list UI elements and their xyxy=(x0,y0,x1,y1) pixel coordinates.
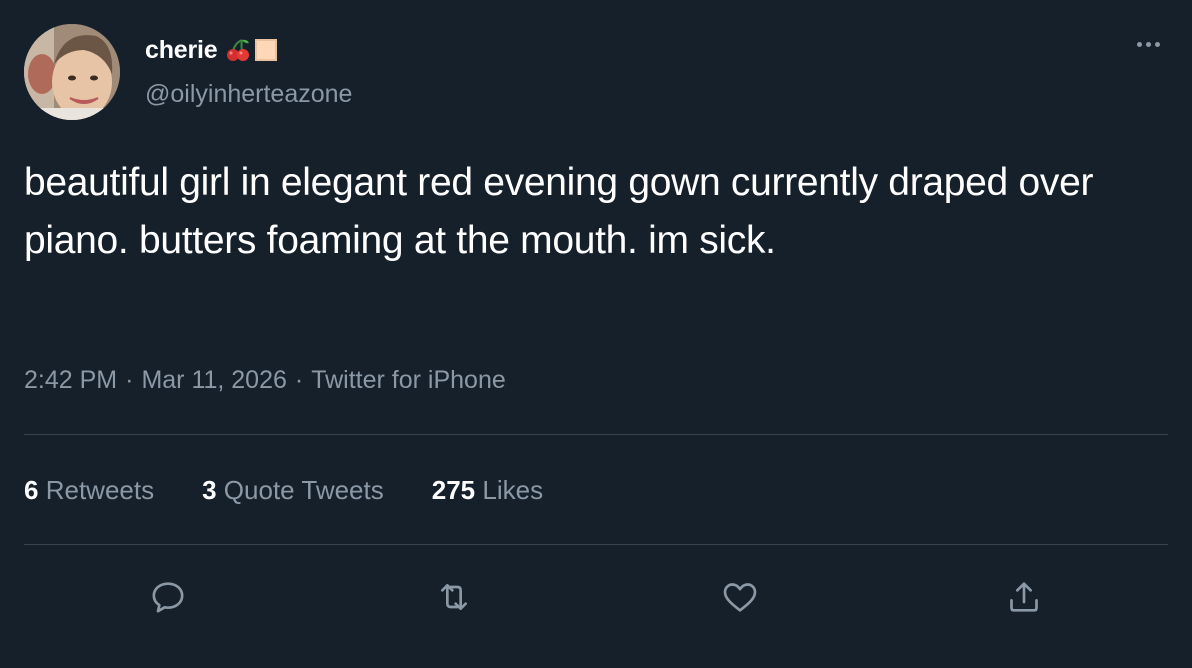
quote-tweets-label: Quote Tweets xyxy=(223,475,384,505)
avatar[interactable] xyxy=(24,24,120,120)
divider xyxy=(24,544,1168,545)
action-bar xyxy=(0,572,1192,622)
share-icon xyxy=(1010,582,1038,612)
tweet-card: cherie @oilyinherteazone beautiful girl … xyxy=(0,0,1192,668)
separator: · xyxy=(125,366,134,394)
reply-icon xyxy=(152,582,184,613)
likes-stat[interactable]: 275 Likes xyxy=(432,475,543,506)
like-icon xyxy=(723,583,757,612)
retweet-button[interactable] xyxy=(429,572,479,622)
more-options-button[interactable] xyxy=(1128,30,1168,58)
tweet-stats: 6 Retweets 3 Quote Tweets 275 Likes xyxy=(24,475,591,506)
retweets-count: 6 xyxy=(24,475,39,505)
square-icon xyxy=(255,39,278,61)
quote-tweets-stat[interactable]: 3 Quote Tweets xyxy=(202,475,384,506)
user-handle[interactable]: @oilyinherteazone xyxy=(145,80,352,109)
display-name[interactable]: cherie xyxy=(145,36,218,65)
likes-count: 275 xyxy=(431,475,476,505)
tweet-date[interactable]: Mar 11, 2026 xyxy=(141,366,286,394)
separator: · xyxy=(294,366,304,394)
retweet-icon xyxy=(441,584,467,610)
name-row[interactable]: cherie xyxy=(145,33,278,67)
dot-icon xyxy=(1136,41,1142,47)
tweet-meta: 2:42 PM · Mar 11, 2026 · Twitter for iPhone xyxy=(24,366,506,395)
tweet-source[interactable]: Twitter for iPhone xyxy=(311,366,506,394)
retweets-label: Retweets xyxy=(45,475,155,505)
tweet-time[interactable]: 2:42 PM xyxy=(24,366,117,394)
share-button[interactable] xyxy=(999,572,1049,622)
like-button[interactable] xyxy=(715,572,765,622)
quote-tweets-count: 3 xyxy=(202,475,217,505)
likes-label: Likes xyxy=(482,475,544,505)
avatar-image xyxy=(24,24,120,120)
cherry-icon xyxy=(225,37,251,63)
reply-button[interactable] xyxy=(143,572,193,622)
divider xyxy=(24,434,1168,435)
dot-icon xyxy=(1145,41,1151,47)
tweet-text: beautiful girl in elegant red evening go… xyxy=(24,161,1094,262)
dot-icon xyxy=(1154,41,1160,47)
retweets-stat[interactable]: 6 Retweets xyxy=(24,475,154,506)
